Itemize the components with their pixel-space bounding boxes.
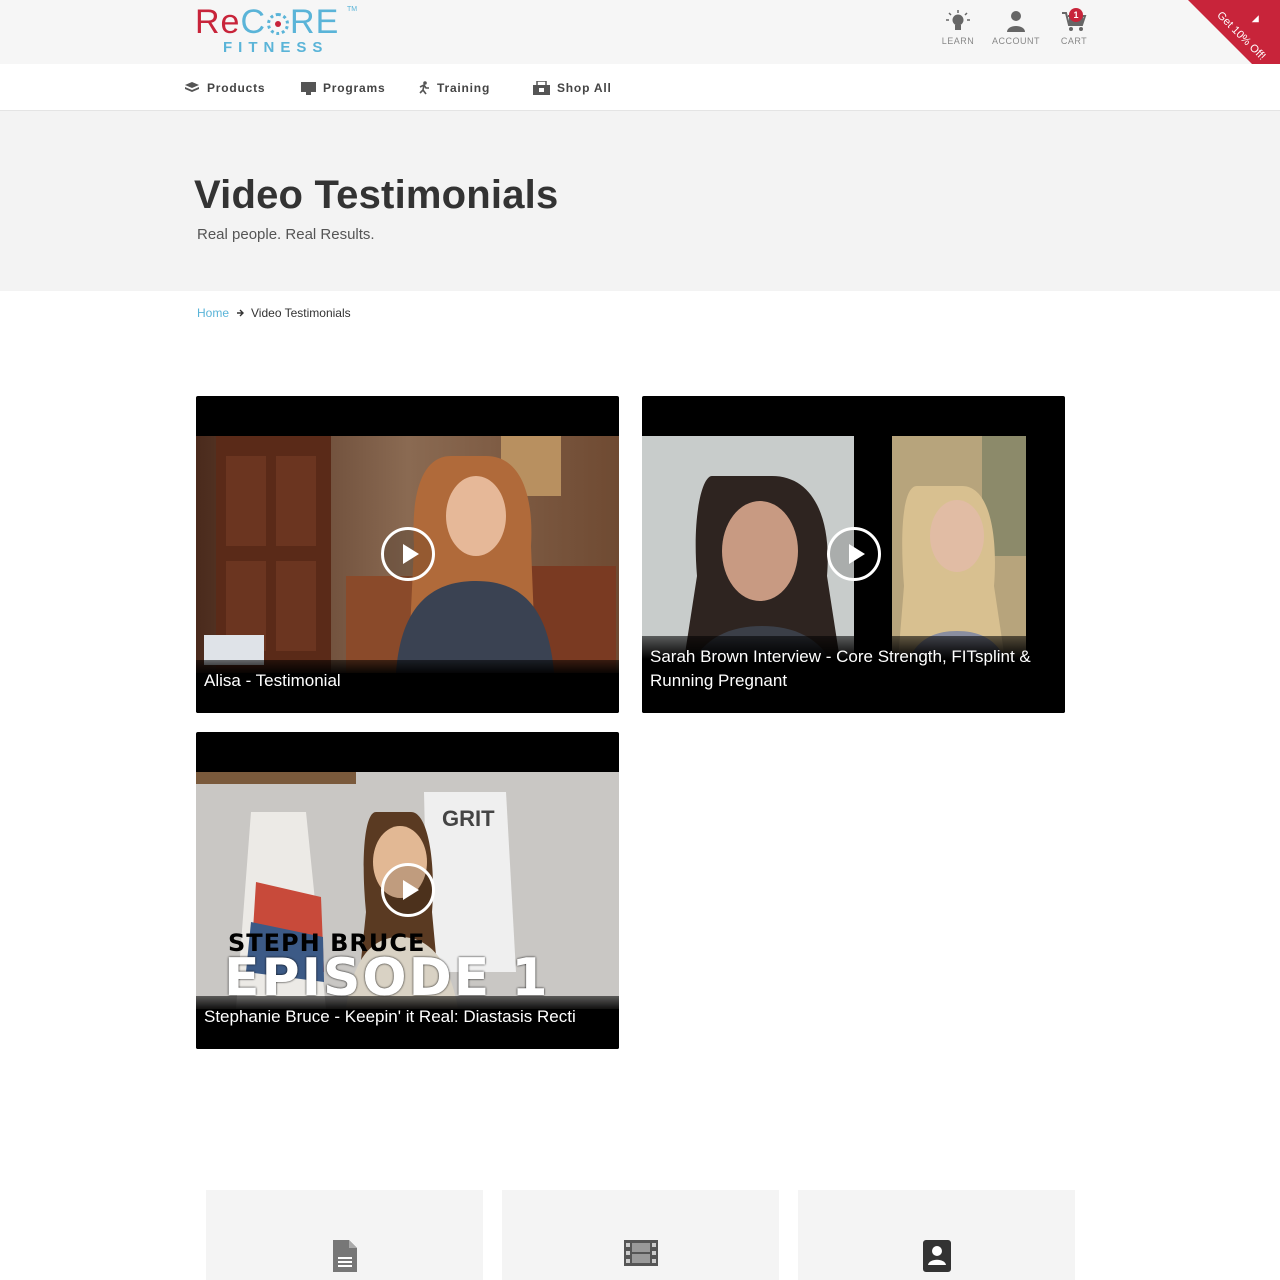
logo-subtitle: FITNESS: [223, 39, 329, 56]
grit-shirt-text: GRIT: [442, 806, 495, 831]
video-card[interactable]: GRIT STEPH BRUCE EPISODE 1 Stephanie Bru…: [196, 732, 619, 1049]
cart-label: CART: [1060, 36, 1088, 46]
cart-button[interactable]: 1 CART: [1044, 8, 1104, 54]
account-label: ACCOUNT: [992, 36, 1040, 46]
logo-target-icon: [267, 13, 290, 35]
breadcrumb-home-link[interactable]: Home: [197, 306, 229, 320]
breadcrumb: Home Video Testimonials: [197, 306, 351, 320]
nav-item-programs[interactable]: Programs: [301, 79, 385, 97]
video-title: Stephanie Bruce - Keepin' it Real: Diast…: [204, 1007, 576, 1026]
shop-icon: [533, 81, 550, 95]
play-icon[interactable]: [380, 863, 435, 917]
video-title: Sarah Brown Interview - Core Strength, F…: [650, 647, 1031, 690]
contact-book-icon: [922, 1240, 951, 1272]
nav-item-shop-all[interactable]: Shop All: [533, 79, 612, 97]
top-header: ReC RE TM FITNESS LEARN ACCOUNT 1 CART: [0, 0, 1280, 64]
logo-wordmark: ReC RE: [195, 3, 340, 41]
page-title: Video Testimonials: [194, 173, 559, 217]
video-card[interactable]: Sarah Brown Interview - Core Strength, F…: [642, 396, 1065, 713]
monitor-icon: [301, 81, 316, 95]
lightbulb-icon: [946, 10, 970, 30]
breadcrumb-current: Video Testimonials: [251, 306, 351, 320]
nav-item-training[interactable]: Training: [417, 79, 490, 97]
nav-item-products[interactable]: Products: [184, 79, 265, 97]
learn-label: LEARN: [941, 36, 975, 46]
feature-box-contacts[interactable]: [798, 1190, 1075, 1280]
feature-box-documents[interactable]: [206, 1190, 483, 1280]
page-hero: Video Testimonials Real people. Real Res…: [0, 111, 1280, 291]
nav-item-label: Programs: [323, 81, 386, 95]
main-navigation: Products Programs Training Shop All: [0, 64, 1280, 111]
video-card[interactable]: Alisa - Testimonial: [196, 396, 619, 713]
film-icon: [623, 1240, 658, 1266]
learn-button[interactable]: LEARN: [928, 10, 988, 54]
feature-box-videos[interactable]: [502, 1190, 779, 1280]
recore-fitness-logo[interactable]: ReC RE TM FITNESS: [195, 4, 365, 58]
document-icon: [332, 1240, 357, 1272]
nav-item-label: Products: [207, 81, 266, 95]
runner-icon: [419, 81, 429, 95]
account-button[interactable]: ACCOUNT: [986, 10, 1046, 54]
page-subtitle: Real people. Real Results.: [197, 226, 375, 243]
cart-count-badge: 1: [1069, 8, 1083, 22]
play-icon[interactable]: [826, 527, 881, 581]
nav-item-label: Training: [437, 81, 491, 95]
play-icon[interactable]: [380, 527, 435, 581]
products-icon: [185, 82, 199, 92]
user-icon: [1007, 11, 1025, 32]
chevron-right-icon: [237, 309, 245, 317]
logo-trademark: TM: [347, 6, 358, 13]
nav-item-label: Shop All: [557, 81, 612, 95]
video-title: Alisa - Testimonial: [204, 671, 341, 690]
